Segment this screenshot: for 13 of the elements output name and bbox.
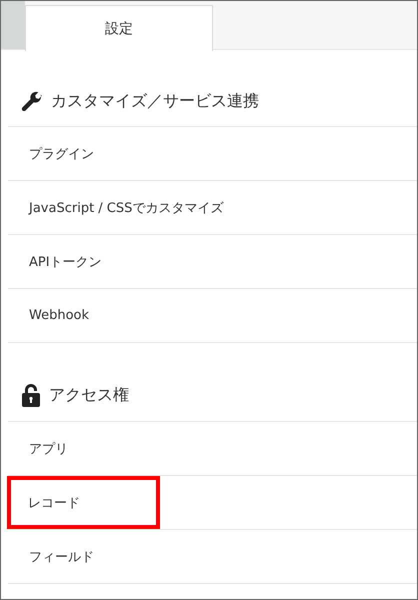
tab-stub — [1, 1, 25, 49]
menu-item[interactable]: Webhook — [8, 289, 104, 342]
unlocked-padlock-icon — [21, 383, 41, 407]
settings-tab[interactable]: 設定 — [25, 5, 213, 51]
menu-item[interactable]: APIトークン — [8, 235, 116, 288]
section-heading: アクセス権 — [49, 384, 129, 406]
menu-item[interactable]: JavaScript / CSSでカスタマイズ — [8, 181, 238, 234]
wrench-icon — [21, 90, 43, 112]
menu-item[interactable]: アプリ — [8, 422, 82, 475]
menu-item[interactable]: レコード — [7, 476, 160, 529]
section-heading: カスタマイズ／サービス連携 — [51, 90, 259, 112]
menu-item[interactable]: プラグイン — [8, 127, 108, 180]
menu-item[interactable]: フィールド — [8, 530, 108, 583]
